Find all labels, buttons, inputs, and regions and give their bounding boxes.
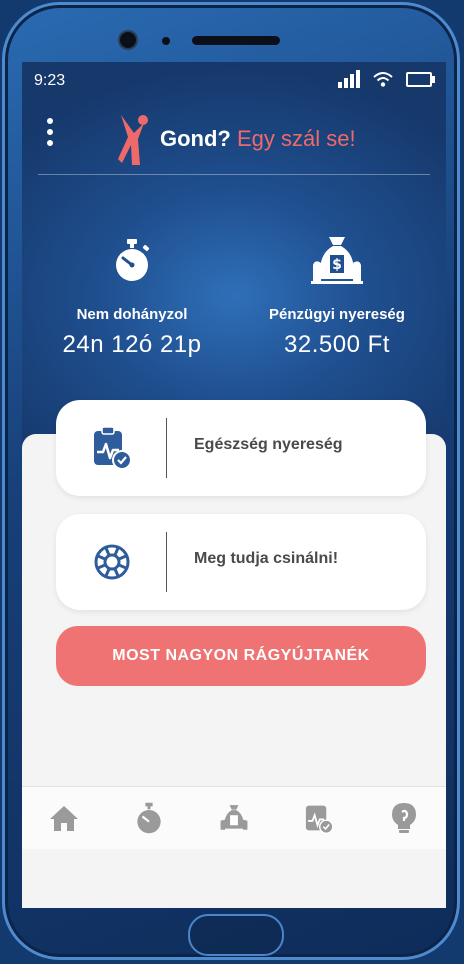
health-gain-card[interactable]: Egészség nyereség <box>56 400 426 496</box>
app-logo: Gond? Egy szál se! <box>116 110 356 168</box>
bottom-nav <box>22 786 446 849</box>
craving-button[interactable]: MOST NAGYON RÁGYÚJTANÉK <box>56 626 426 686</box>
proximity-sensor <box>162 37 170 45</box>
health-clipboard-icon <box>94 426 132 470</box>
lightbulb-icon <box>391 803 416 833</box>
stopwatch-icon <box>116 239 150 281</box>
card-divider <box>166 418 167 478</box>
earpiece-speaker <box>192 36 280 45</box>
status-bar: 9:23 <box>22 62 446 102</box>
lifebuoy-icon <box>94 544 130 580</box>
phone-frame: 9:23 Gond? Egy szál se! Nem dohányzol 24… <box>2 2 460 960</box>
battery-icon <box>406 71 435 87</box>
nav-timer[interactable] <box>129 798 169 838</box>
savings-label: Pénzügyi nyereség <box>269 306 405 323</box>
health-clipboard-icon <box>305 805 334 834</box>
nav-home[interactable] <box>44 798 84 838</box>
wifi-icon <box>373 72 393 87</box>
front-camera <box>120 32 136 48</box>
money-bag-icon <box>220 805 248 830</box>
status-time: 9:23 <box>34 72 66 89</box>
stopwatch-icon <box>137 802 161 834</box>
menu-icon[interactable] <box>44 114 56 154</box>
nav-tips[interactable] <box>384 798 424 838</box>
smoke-free-label: Nem dohányzol <box>76 306 188 323</box>
savings-value: 32.500 Ft <box>284 331 390 358</box>
you-can-do-it-card[interactable]: Meg tudja csinálni! <box>56 514 426 610</box>
svg-text:$: $ <box>332 257 342 273</box>
nav-health[interactable] <box>299 798 339 838</box>
smoke-free-value: 24n 12ó 21p <box>62 331 202 358</box>
logo-text: Gond? Egy szál se! <box>160 126 356 151</box>
jumping-figure-icon <box>118 115 148 165</box>
savings-stat: $ Pénzügyi nyereség 32.500 Ft <box>237 234 437 359</box>
home-icon <box>50 806 79 831</box>
status-icons <box>338 70 435 88</box>
smoke-free-stat: Nem dohányzol 24n 12ó 21p <box>32 234 232 359</box>
nav-savings[interactable] <box>214 798 254 838</box>
camera-bar <box>2 30 460 50</box>
card-divider <box>166 532 167 592</box>
you-can-do-it-label: Meg tudja csinálni! <box>194 550 339 567</box>
header-divider <box>38 174 430 175</box>
app-bar: Gond? Egy szál se! <box>22 106 446 172</box>
home-button[interactable] <box>188 914 284 956</box>
health-gain-label: Egészség nyereség <box>194 436 343 453</box>
signal-icon <box>338 70 360 88</box>
money-bag-icon: $ <box>311 237 363 284</box>
